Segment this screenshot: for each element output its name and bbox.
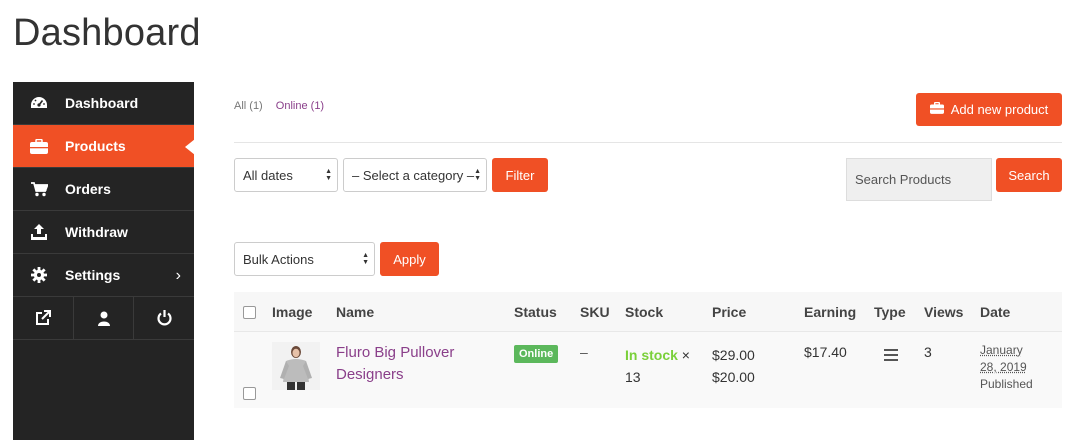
date-line: January (980, 343, 1023, 357)
stock-cell: In stock × 13 (625, 344, 690, 388)
product-name-line: Designers (336, 366, 404, 383)
column-header: Earning (804, 303, 857, 320)
apply-button[interactable]: Apply (380, 242, 439, 276)
search-input[interactable]: Search Products (846, 158, 992, 201)
products-table: Image Name Status SKU Stock Price Earnin… (234, 292, 1062, 408)
status-link-all[interactable]: All (1) (234, 100, 263, 112)
sidebar-item-label: Settings (65, 267, 121, 283)
sidebar-item-dashboard[interactable]: Dashboard (13, 82, 194, 125)
sidebar: Dashboard Products Orders Withdraw Setti… (13, 82, 195, 440)
external-link-icon[interactable] (13, 297, 74, 339)
briefcase-icon (929, 101, 944, 117)
table-header: Image Name Status SKU Stock Price Earnin… (234, 292, 1062, 332)
column-header: Views (924, 303, 964, 320)
select-arrows-icon: ▲ ▼ (362, 252, 369, 266)
column-header: Status (514, 303, 557, 320)
category-select-value: – Select a category – (352, 167, 475, 183)
product-name-link[interactable]: Fluro Big Pullover Designers (336, 342, 454, 386)
filter-button[interactable]: Filter (492, 158, 548, 192)
power-icon[interactable] (134, 297, 194, 339)
price-regular: $29.00 (712, 347, 755, 363)
stock-status: In stock (625, 347, 678, 363)
column-header: Image (272, 303, 313, 320)
publish-status: Published (980, 377, 1033, 391)
date-line: 28, 2019 (980, 360, 1027, 374)
sidebar-item-label: Withdraw (65, 224, 128, 240)
row-checkbox[interactable] (243, 387, 256, 400)
sidebar-item-label: Products (65, 138, 126, 154)
sidebar-item-label: Dashboard (65, 95, 139, 111)
sku-value: – (580, 344, 588, 360)
select-arrows-icon: ▲ ▼ (474, 168, 481, 182)
column-header[interactable]: Price (712, 304, 746, 320)
table-row: Fluro Big Pullover Designers Online – In… (234, 332, 1062, 408)
column-header: Type (874, 303, 906, 320)
menu-icon (884, 348, 898, 364)
category-select[interactable]: – Select a category – ▲ ▼ (343, 158, 487, 192)
sidebar-bottom-icons (13, 297, 194, 340)
user-icon[interactable] (74, 297, 135, 339)
status-badge: Online (514, 345, 559, 363)
divider (234, 142, 1062, 143)
select-arrows-icon: ▲ ▼ (325, 168, 332, 182)
date-filter-select[interactable]: All dates ▲ ▼ (234, 158, 338, 192)
gear-icon (13, 267, 65, 283)
column-header: Stock (625, 303, 664, 320)
bulk-actions-select[interactable]: Bulk Actions ▲ ▼ (234, 242, 375, 276)
date-cell: January 28, 2019 Published (980, 342, 1033, 393)
sidebar-item-products[interactable]: Products (13, 125, 195, 168)
status-link-online[interactable]: Online (1) (276, 100, 324, 112)
column-header[interactable]: Name (336, 304, 374, 320)
add-new-product-button[interactable]: Add new product (916, 93, 1062, 126)
page-title: Dashboard (13, 12, 201, 54)
briefcase-icon (13, 138, 65, 154)
price-sale: $20.00 (712, 369, 755, 385)
chevron-right-icon: › (175, 267, 181, 284)
stock-multiplier: × (681, 347, 690, 363)
views-value: 3 (924, 344, 932, 360)
column-header: SKU (580, 303, 610, 320)
add-new-product-label: Add new product (950, 102, 1049, 117)
sidebar-item-orders[interactable]: Orders (13, 168, 194, 211)
sidebar-item-withdraw[interactable]: Withdraw (13, 211, 194, 254)
status-filter-links: All (1) Online (1) (234, 100, 334, 112)
search-button[interactable]: Search (996, 158, 1062, 192)
sidebar-item-label: Orders (65, 181, 111, 197)
column-header[interactable]: Date (980, 304, 1010, 320)
earning-value: $17.40 (804, 344, 847, 360)
upload-icon (13, 224, 65, 240)
product-name-line: Fluro Big Pullover (336, 344, 455, 361)
cart-icon (13, 181, 65, 197)
sidebar-item-settings[interactable]: Settings › (13, 254, 194, 297)
bulk-actions-value: Bulk Actions (243, 251, 314, 267)
select-all-checkbox[interactable] (243, 306, 256, 319)
dashboard-icon (13, 95, 65, 111)
product-thumbnail[interactable] (272, 342, 320, 390)
stock-quantity: 13 (625, 369, 641, 385)
date-filter-value: All dates (243, 167, 293, 183)
price-cell: $29.00 $20.00 (712, 344, 755, 388)
